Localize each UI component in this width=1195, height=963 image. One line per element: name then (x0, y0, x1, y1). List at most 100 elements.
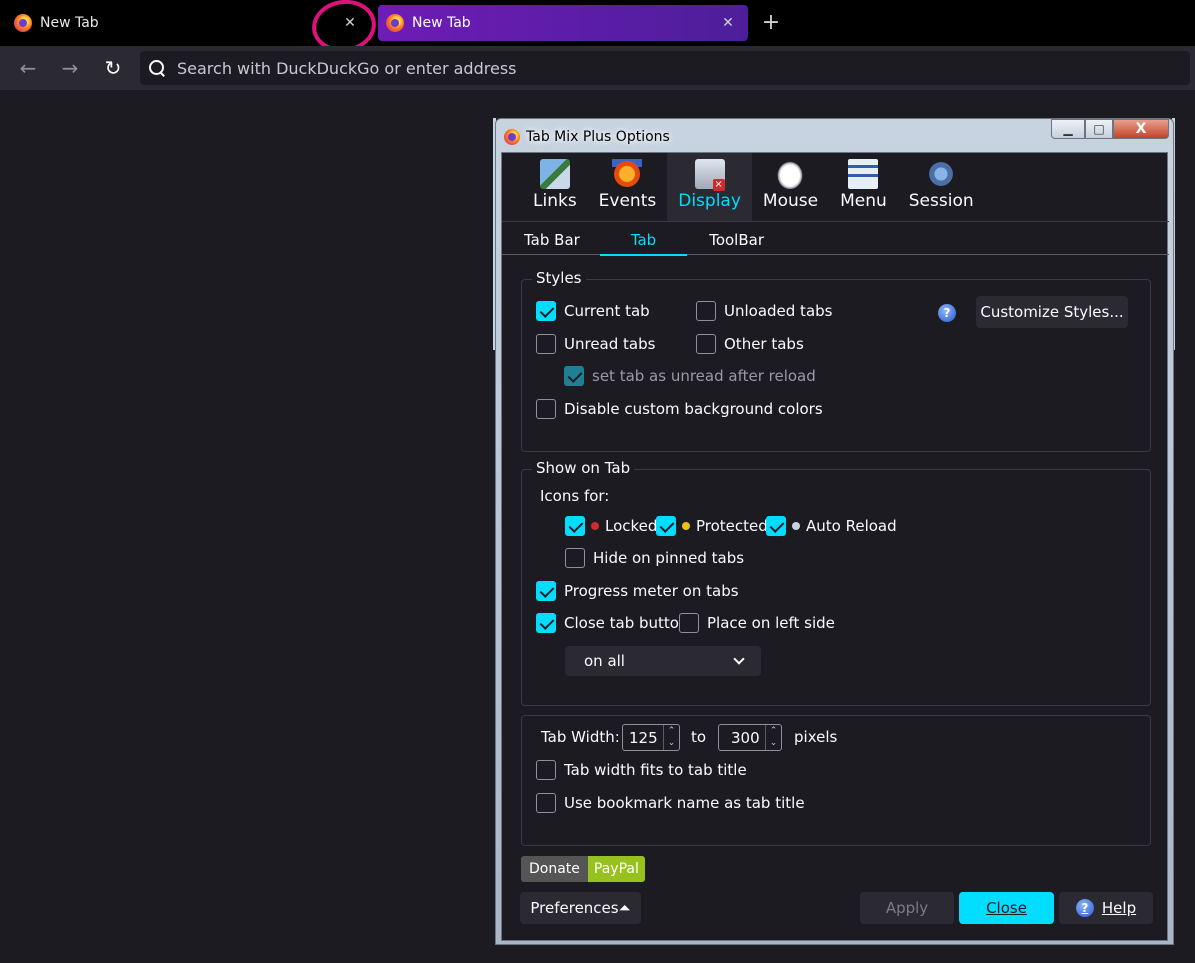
unloaded-tabs-checkbox-row[interactable]: Unloaded tabs (696, 301, 832, 321)
progress-meter-checkbox[interactable] (536, 581, 556, 601)
apply-button[interactable]: Apply (860, 892, 954, 924)
tab-events[interactable]: Events (588, 153, 668, 221)
max-width-spinner[interactable]: 300 ⌃ ⌄ (718, 724, 782, 751)
unread-tabs-checkbox[interactable] (536, 334, 556, 354)
donate-paypal-button[interactable]: Donate PayPal (521, 856, 645, 882)
checkbox-label: Locked (605, 517, 658, 535)
tab-title: New Tab (412, 15, 471, 31)
place-left-checkbox-row[interactable]: Place on left side (679, 613, 835, 633)
place-left-checkbox[interactable] (679, 613, 699, 633)
session-icon (926, 159, 957, 189)
menu-icon (848, 159, 879, 189)
other-tabs-checkbox[interactable] (696, 334, 716, 354)
other-tabs-checkbox-row[interactable]: Other tabs (696, 334, 804, 354)
min-width-value[interactable]: 125 (623, 729, 663, 747)
forward-button[interactable]: → (56, 54, 84, 82)
locked-checkbox-row[interactable]: Locked (565, 516, 657, 536)
tab-display[interactable]: Display (667, 153, 752, 221)
tab-label: Events (598, 191, 657, 211)
back-button[interactable]: ← (14, 54, 42, 82)
spin-up-icon[interactable]: ⌃ (664, 725, 679, 737)
close-tab-icon[interactable]: ✕ (716, 11, 740, 35)
checkbox-label: set tab as unread after reload (592, 367, 816, 385)
tab-mouse[interactable]: Mouse (752, 153, 829, 221)
subtab-toolbar[interactable]: ToolBar (687, 222, 786, 255)
tab-menu[interactable]: Menu (829, 153, 898, 221)
browser-tab-1[interactable]: New Tab ✕ (6, 5, 370, 41)
url-input[interactable] (175, 57, 1190, 79)
auto-reload-checkbox[interactable] (766, 516, 786, 536)
fits-title-checkbox[interactable] (536, 760, 556, 780)
mouse-icon (775, 159, 806, 189)
lock-icon (591, 522, 599, 530)
checkbox-label: Auto Reload (806, 517, 897, 535)
set-unread-checkbox-row: set tab as unread after reload (564, 366, 816, 386)
paypal-label: PayPal (587, 856, 645, 882)
subtab-tab-bar[interactable]: Tab Bar (508, 222, 600, 255)
close-button-checkbox[interactable] (536, 613, 556, 633)
checkbox-label: Unread tabs (564, 335, 656, 353)
browser-tab-2[interactable]: New Tab ✕ (378, 5, 748, 41)
min-width-spinner[interactable]: 125 ⌃ ⌄ (622, 724, 680, 751)
donate-label: Donate (521, 856, 588, 882)
close-tab-icon[interactable]: ✕ (338, 11, 362, 35)
checkbox-label: Current tab (564, 302, 650, 320)
search-icon (148, 59, 166, 77)
protected-checkbox[interactable] (656, 516, 676, 536)
tab-label: Menu (840, 191, 887, 211)
close-button-checkbox-row[interactable]: Close tab button (536, 613, 688, 633)
disable-bg-checkbox[interactable] (536, 399, 556, 419)
to-label: to (691, 728, 707, 746)
dialog-body: Links Events Display Mouse Menu Session (501, 152, 1169, 941)
max-width-value[interactable]: 300 (719, 729, 765, 747)
tab-session[interactable]: Session (898, 153, 985, 221)
spin-up-icon[interactable]: ⌃ (766, 725, 781, 737)
current-tab-checkbox[interactable] (536, 301, 556, 321)
tab-strip: New Tab ✕ New Tab ✕ + (0, 0, 1195, 57)
checkbox-label: Disable custom background colors (564, 400, 823, 418)
spinner-arrows[interactable]: ⌃ ⌄ (663, 725, 679, 750)
dialog-title-bar[interactable]: Tab Mix Plus Options (504, 125, 670, 149)
maximize-button[interactable]: □ (1085, 119, 1113, 139)
subtab-tab[interactable]: Tab (599, 222, 688, 256)
checkbox-label: Hide on pinned tabs (593, 549, 745, 567)
close-button-position-select[interactable]: on all (565, 646, 761, 676)
spin-down-icon[interactable]: ⌄ (766, 737, 781, 749)
checkbox-label: Close tab button (564, 614, 689, 632)
tab-width-label: Tab Width: (541, 728, 620, 746)
unloaded-tabs-checkbox[interactable] (696, 301, 716, 321)
hide-pinned-checkbox[interactable] (565, 548, 585, 568)
auto-reload-checkbox-row[interactable]: Auto Reload (766, 516, 897, 536)
spin-down-icon[interactable]: ⌄ (664, 737, 679, 749)
locked-checkbox[interactable] (565, 516, 585, 536)
close-button[interactable]: Close (959, 892, 1054, 924)
progress-meter-checkbox-row[interactable]: Progress meter on tabs (536, 581, 739, 601)
bookmark-name-checkbox-row[interactable]: Use bookmark name as tab title (536, 793, 805, 813)
fits-title-checkbox-row[interactable]: Tab width fits to tab title (536, 760, 747, 780)
checkbox-label: Tab width fits to tab title (564, 761, 747, 779)
checkbox-label: Unloaded tabs (724, 302, 833, 320)
customize-styles-button[interactable]: Customize Styles... (976, 296, 1128, 328)
current-tab-checkbox-row[interactable]: Current tab (536, 301, 650, 321)
checkbox-label: Use bookmark name as tab title (564, 794, 805, 812)
protected-checkbox-row[interactable]: Protected (656, 516, 768, 536)
icons-for-label: Icons for: (540, 487, 610, 505)
url-bar[interactable] (140, 51, 1190, 85)
help-icon: ? (1075, 899, 1094, 917)
hide-pinned-checkbox-row[interactable]: Hide on pinned tabs (565, 548, 744, 568)
reload-button[interactable]: ↻ (99, 54, 127, 82)
tab-links[interactable]: Links (522, 153, 588, 221)
spinner-arrows[interactable]: ⌃ ⌄ (765, 725, 781, 750)
preferences-button[interactable]: Preferences⏶ (520, 892, 641, 924)
help-button[interactable]: ? Help (1059, 892, 1153, 924)
pixels-label: pixels (794, 728, 838, 746)
minimize-button[interactable]: ▁ (1051, 119, 1085, 139)
disable-bg-checkbox-row[interactable]: Disable custom background colors (536, 399, 823, 419)
navigation-toolbar: ← → ↻ (0, 46, 1195, 90)
bookmark-name-checkbox[interactable] (536, 793, 556, 813)
unread-tabs-checkbox-row[interactable]: Unread tabs (536, 334, 655, 354)
group-caption: Styles (532, 269, 586, 287)
help-icon[interactable]: ? (938, 304, 956, 322)
close-window-button[interactable]: X (1113, 119, 1169, 139)
new-tab-button[interactable]: + (757, 9, 785, 37)
